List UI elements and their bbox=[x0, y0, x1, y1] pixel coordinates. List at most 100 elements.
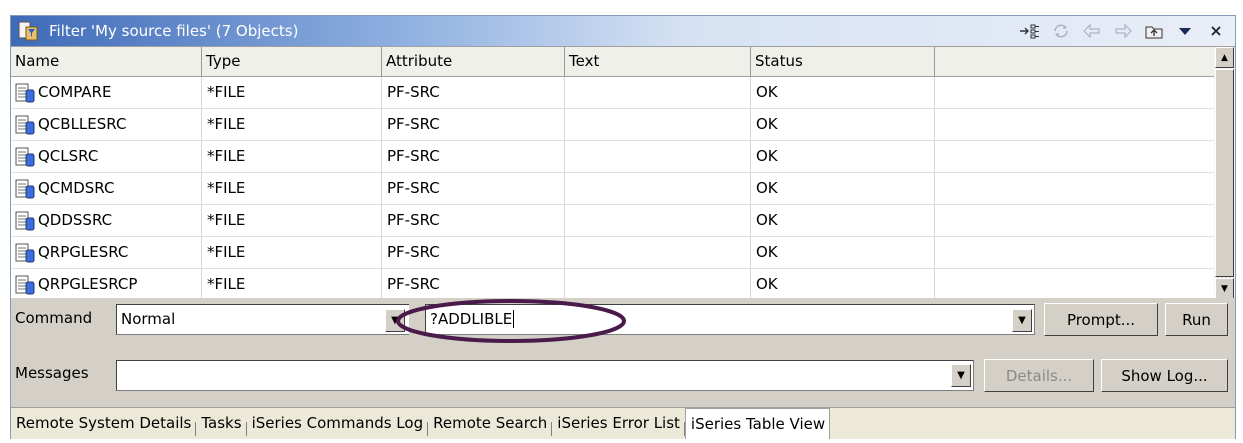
run-button[interactable]: Run bbox=[1165, 303, 1228, 336]
cell-type: *FILE bbox=[202, 77, 382, 108]
command-row: Command Normal ▼ ?ADDLIBLE ▼ Prompt... R… bbox=[11, 299, 1235, 343]
cell-name: QDDSSRC bbox=[11, 205, 202, 236]
cell-status: OK bbox=[751, 77, 935, 108]
cell-attribute: PF-SRC bbox=[382, 205, 565, 236]
command-label: Command bbox=[15, 309, 93, 327]
command-mode-value: Normal bbox=[121, 310, 176, 328]
tab-iseries-error-list[interactable]: iSeries Error List bbox=[552, 408, 684, 439]
row-name-text: QCMDSRC bbox=[38, 179, 115, 197]
scrollbar-thumb[interactable] bbox=[1215, 69, 1234, 277]
cell-filler bbox=[935, 269, 1214, 298]
show-log-button[interactable]: Show Log... bbox=[1101, 359, 1228, 392]
source-file-icon bbox=[15, 275, 35, 295]
cell-type: *FILE bbox=[202, 173, 382, 204]
cell-status: OK bbox=[751, 237, 935, 268]
view-title-bar: Filter 'My source files' (7 Objects) bbox=[11, 16, 1235, 46]
row-name-text: QCBLLESRC bbox=[38, 115, 127, 133]
column-header-name[interactable]: Name bbox=[11, 47, 202, 76]
cell-status: OK bbox=[751, 141, 935, 172]
cell-attribute: PF-SRC bbox=[382, 237, 565, 268]
table-row[interactable]: QCBLLESRC *FILE PF-SRC OK bbox=[11, 109, 1214, 141]
row-name-text: COMPARE bbox=[38, 83, 112, 101]
back-icon[interactable] bbox=[1078, 20, 1105, 42]
cell-filler bbox=[935, 109, 1214, 140]
cell-name: COMPARE bbox=[11, 77, 202, 108]
table-row[interactable]: QCMDSRC *FILE PF-SRC OK bbox=[11, 173, 1214, 205]
cell-text bbox=[565, 269, 751, 298]
tab-remote-system-details[interactable]: Remote System Details bbox=[11, 408, 195, 439]
view-title: Filter 'My source files' (7 Objects) bbox=[49, 22, 299, 40]
cell-type: *FILE bbox=[202, 205, 382, 236]
cell-filler bbox=[935, 77, 1214, 108]
source-file-icon bbox=[15, 179, 35, 199]
cell-type: *FILE bbox=[202, 269, 382, 298]
refresh-icon[interactable] bbox=[1047, 20, 1074, 42]
link-with-editor-icon[interactable] bbox=[1016, 20, 1043, 42]
cell-name: QCLSRC bbox=[11, 141, 202, 172]
cell-status: OK bbox=[751, 173, 935, 204]
source-file-icon bbox=[15, 211, 35, 231]
command-history-dropdown-icon[interactable]: ▼ bbox=[1012, 309, 1032, 332]
cell-text bbox=[565, 109, 751, 140]
command-mode-select[interactable]: Normal bbox=[116, 304, 409, 335]
cell-attribute: PF-SRC bbox=[382, 109, 565, 140]
view-menu-icon[interactable] bbox=[1171, 20, 1198, 42]
table-row[interactable]: QRPGLESRCP *FILE PF-SRC OK bbox=[11, 269, 1214, 298]
cell-text bbox=[565, 173, 751, 204]
tab-iseries-commands-log[interactable]: iSeries Commands Log bbox=[247, 408, 428, 439]
messages-row: Messages ▼ Details... Show Log... bbox=[11, 344, 1235, 404]
table-view-panel: Filter 'My source files' (7 Objects) Nam… bbox=[10, 15, 1236, 439]
messages-field[interactable] bbox=[116, 360, 974, 391]
cell-type: *FILE bbox=[202, 141, 382, 172]
table-row[interactable]: QDDSSRC *FILE PF-SRC OK bbox=[11, 205, 1214, 237]
prompt-button[interactable]: Prompt... bbox=[1044, 303, 1158, 336]
scroll-down-icon[interactable]: ▼ bbox=[1215, 278, 1234, 298]
column-header-filler bbox=[935, 47, 1214, 76]
table-row[interactable]: COMPARE *FILE PF-SRC OK bbox=[11, 77, 1214, 109]
source-file-icon bbox=[15, 115, 35, 135]
cell-attribute: PF-SRC bbox=[382, 269, 565, 298]
cell-name: QRPGLESRC bbox=[11, 237, 202, 268]
column-header-text[interactable]: Text bbox=[565, 47, 751, 76]
view-tab-bar: Remote System Details Tasks iSeries Comman… bbox=[11, 407, 1235, 439]
up-level-icon[interactable] bbox=[1140, 20, 1167, 42]
tab-remote-search[interactable]: Remote Search bbox=[428, 408, 551, 439]
details-button[interactable]: Details... bbox=[984, 359, 1094, 392]
tab-tasks[interactable]: Tasks bbox=[196, 408, 245, 439]
cell-attribute: PF-SRC bbox=[382, 173, 565, 204]
cell-filler bbox=[935, 173, 1214, 204]
table-header: Name Type Attribute Text Status bbox=[11, 47, 1214, 77]
vertical-scrollbar[interactable]: ▲ ▼ bbox=[1214, 47, 1235, 298]
table-body: COMPARE *FILE PF-SRC OK QCBLLESRC *FILE PF-SRC… bbox=[11, 77, 1214, 298]
cell-name: QCMDSRC bbox=[11, 173, 202, 204]
cell-name: QRPGLESRCP bbox=[11, 269, 202, 298]
column-header-type[interactable]: Type bbox=[202, 47, 382, 76]
cell-text bbox=[565, 77, 751, 108]
table-row[interactable]: QRPGLESRC *FILE PF-SRC OK bbox=[11, 237, 1214, 269]
filter-icon bbox=[17, 20, 39, 42]
tab-iseries-table-view[interactable]: iSeries Table View bbox=[684, 408, 831, 439]
cell-attribute: PF-SRC bbox=[382, 141, 565, 172]
forward-icon[interactable] bbox=[1109, 20, 1136, 42]
cell-type: *FILE bbox=[202, 109, 382, 140]
messages-label: Messages bbox=[15, 364, 89, 382]
close-icon[interactable] bbox=[1202, 20, 1229, 42]
messages-dropdown-icon[interactable]: ▼ bbox=[951, 364, 971, 387]
table-row[interactable]: QCLSRC *FILE PF-SRC OK bbox=[11, 141, 1214, 173]
cell-filler bbox=[935, 205, 1214, 236]
scroll-up-icon[interactable]: ▲ bbox=[1215, 47, 1234, 68]
cell-filler bbox=[935, 237, 1214, 268]
cell-filler bbox=[935, 141, 1214, 172]
source-file-icon bbox=[15, 147, 35, 167]
cell-name: QCBLLESRC bbox=[11, 109, 202, 140]
row-name-text: QRPGLESRC bbox=[38, 243, 129, 261]
cell-text bbox=[565, 205, 751, 236]
cell-text bbox=[565, 237, 751, 268]
row-name-text: QRPGLESRCP bbox=[38, 275, 138, 293]
column-header-status[interactable]: Status bbox=[751, 47, 935, 76]
cell-status: OK bbox=[751, 205, 935, 236]
highlight-ellipse bbox=[396, 299, 626, 343]
row-name-text: QCLSRC bbox=[38, 147, 99, 165]
column-header-attribute[interactable]: Attribute bbox=[382, 47, 565, 76]
objects-table: Name Type Attribute Text Status COMPARE *… bbox=[11, 46, 1235, 298]
